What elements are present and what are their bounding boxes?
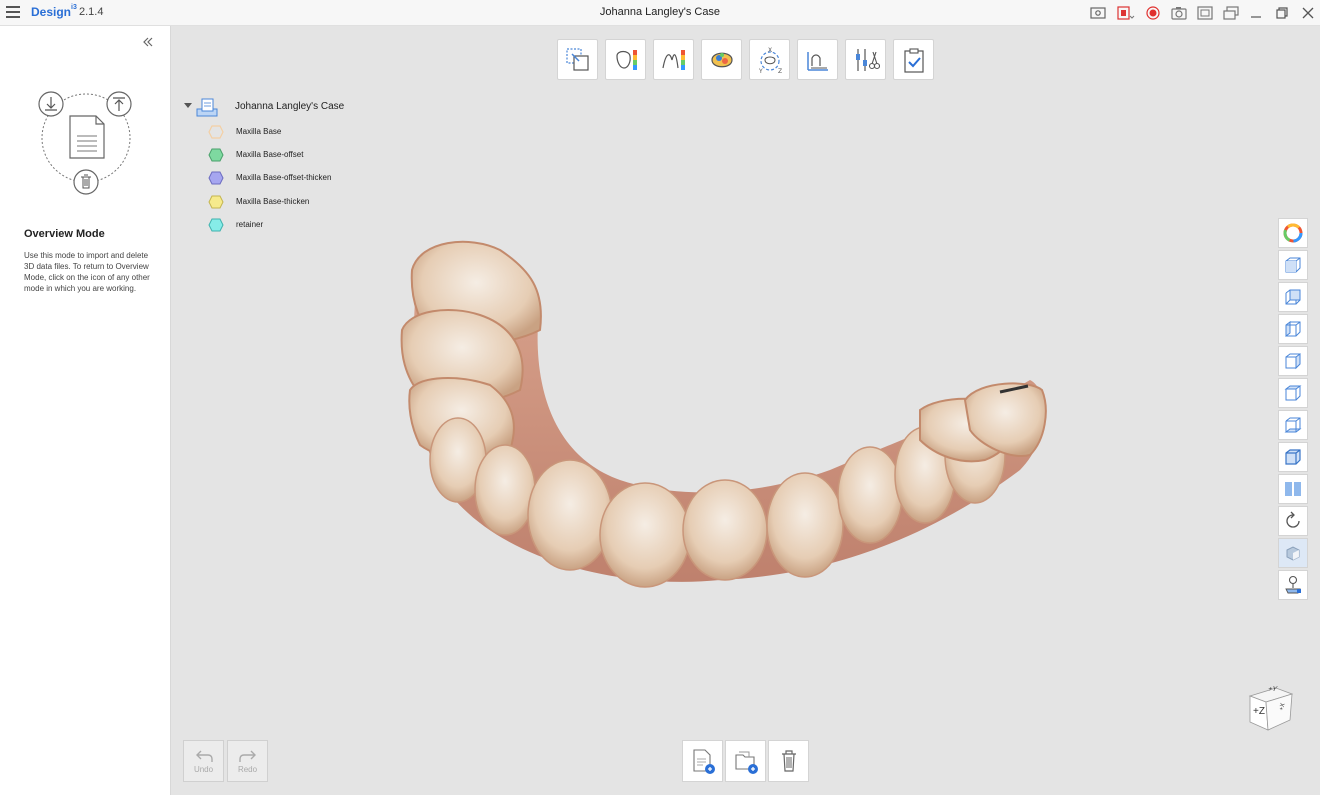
cube-left-icon (1285, 321, 1301, 337)
window-layout-icon[interactable] (1222, 4, 1240, 22)
record-region-icon[interactable] (1117, 4, 1135, 22)
tree-item-label: Maxilla Base-offset (236, 150, 304, 159)
tree-expand-icon[interactable] (184, 103, 192, 108)
tooth-tool-button[interactable] (605, 39, 646, 80)
tree-item-label: retainer (236, 220, 264, 229)
trash-icon (781, 750, 796, 772)
app-version: 2.1.4 (79, 6, 104, 18)
title-bar: Design i3 2.1.4 Johanna Langley's Case (0, 0, 1320, 26)
view-right-button[interactable] (1278, 346, 1308, 376)
hexagon-icon (208, 148, 224, 162)
occlusion-tool-button[interactable] (701, 39, 742, 80)
cube-back-icon (1285, 289, 1301, 305)
scan-locator-button[interactable] (1278, 570, 1308, 600)
mode-description: Use this mode to import and delete 3D da… (24, 251, 150, 293)
tree-item-label: Maxilla Base-thicken (236, 197, 310, 206)
hexagon-icon (208, 195, 224, 209)
top-toolbar: X Y Z (557, 39, 934, 80)
undo-icon (195, 750, 213, 762)
view-front-button[interactable] (1278, 250, 1308, 280)
folder-add-icon (734, 751, 758, 774)
transparency-button[interactable] (1278, 538, 1308, 568)
svg-text:Z: Z (778, 68, 782, 74)
scanner-pin-icon (1285, 575, 1301, 594)
redo-label: Redo (237, 764, 258, 774)
collapse-panel-icon[interactable] (142, 36, 156, 50)
tree-item-label: Maxilla Base-offset-thicken (236, 173, 332, 182)
screen-capture-icon[interactable] (1089, 4, 1107, 22)
import-file-icon (692, 749, 715, 774)
clipboard-check-icon (903, 47, 924, 73)
svg-text:X: X (768, 47, 772, 54)
case-folder-icon (196, 97, 218, 117)
import-file-button[interactable] (682, 740, 723, 782)
svg-text:Y: Y (758, 68, 763, 74)
hexagon-icon (208, 125, 224, 139)
camera-icon[interactable] (1170, 4, 1188, 22)
occlusion-map-icon (710, 52, 733, 67)
split-view-button[interactable] (1278, 474, 1308, 504)
reset-rotation-button[interactable] (1278, 506, 1308, 536)
close-icon[interactable] (1299, 4, 1317, 22)
hexagon-icon (208, 218, 224, 232)
cube-right-icon (1285, 353, 1301, 370)
minimize-icon[interactable] (1247, 4, 1265, 22)
dental-arch-model[interactable] (380, 230, 1060, 600)
select-tool-icon (565, 47, 589, 71)
undo-redo-group: Undo Redo (183, 740, 268, 782)
cube-front-icon (1285, 257, 1301, 273)
redo-button[interactable]: Redo (227, 740, 268, 782)
measure-icon (806, 51, 828, 71)
viewcube-z-label: +Z (1253, 706, 1265, 717)
measure-tool-button[interactable] (797, 39, 838, 80)
view-back-button[interactable] (1278, 282, 1308, 312)
left-panel: Overview Mode Use this mode to import an… (0, 26, 171, 795)
delete-button[interactable] (768, 740, 809, 782)
undo-button[interactable]: Undo (183, 740, 224, 782)
adjust-tool-button[interactable] (845, 39, 886, 80)
adjust-scissors-icon (855, 48, 880, 71)
xyz-axis-icon: X Y Z (758, 47, 782, 74)
color-wheel-icon (1283, 223, 1303, 243)
checklist-tool-button[interactable] (893, 39, 934, 80)
app-brand-superscript: i3 (71, 4, 77, 11)
app-brand: Design (31, 5, 72, 19)
record-icon[interactable] (1144, 4, 1162, 22)
select-tool-button[interactable] (557, 39, 598, 80)
axis-rotate-tool-button[interactable]: X Y Z (749, 39, 790, 80)
navigation-view-cube[interactable]: +Y +Z +X (1244, 678, 1296, 732)
open-folder-button[interactable] (725, 740, 766, 782)
undo-label: Undo (193, 764, 214, 774)
redo-icon (238, 750, 256, 762)
restore-icon[interactable] (1273, 4, 1291, 22)
split-view-icon (1285, 482, 1301, 496)
bottom-file-toolbar (682, 740, 809, 782)
tooth-color-icon (615, 49, 637, 70)
tree-item-label: Maxilla Base (236, 127, 282, 136)
hexagon-icon (208, 171, 224, 185)
screenshot-icon[interactable] (1196, 4, 1214, 22)
tree-root-label[interactable]: Johanna Langley's Case (235, 101, 344, 112)
color-map-icon (661, 49, 685, 70)
cube-bottom-icon (1284, 417, 1302, 433)
color-map-tool-button[interactable] (653, 39, 694, 80)
mode-title: Overview Mode (24, 228, 105, 240)
rotate-icon (1286, 511, 1300, 528)
color-wheel-button[interactable] (1278, 218, 1308, 248)
view-top-button[interactable] (1278, 378, 1308, 408)
cube-solid-icon (1285, 449, 1301, 465)
cube-top-icon (1284, 385, 1302, 401)
menu-icon[interactable] (6, 5, 20, 19)
view-left-button[interactable] (1278, 314, 1308, 344)
overview-mode-diagram (34, 86, 138, 198)
transparent-cube-icon (1286, 546, 1300, 561)
view-iso-button[interactable] (1278, 442, 1308, 472)
view-bottom-button[interactable] (1278, 410, 1308, 440)
